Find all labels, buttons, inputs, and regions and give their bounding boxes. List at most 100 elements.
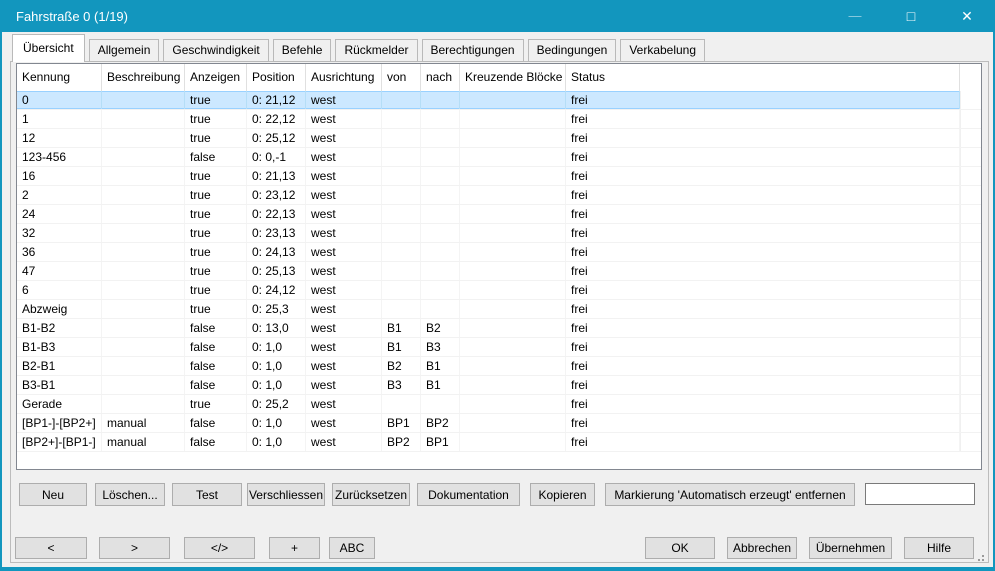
cell-nach (421, 300, 460, 318)
hilfe-button[interactable]: Hilfe (904, 537, 974, 559)
tab-berechtigungen[interactable]: Berechtigungen (422, 39, 524, 62)
abc-button[interactable]: ABC (329, 537, 375, 559)
cell-anzeigen: true (185, 167, 247, 185)
test-button[interactable]: Test (172, 483, 242, 506)
table-row[interactable]: [BP1-]-[BP2+] manual false 0: 1,0 west B… (17, 414, 981, 433)
tab-rueckmelder[interactable]: Rückmelder (335, 39, 417, 62)
filter-input[interactable] (865, 483, 975, 505)
ok-button[interactable]: OK (645, 537, 715, 559)
table-row[interactable]: B1-B3 false 0: 1,0 west B1 B3 frei (17, 338, 981, 357)
cell-ausrichtung: west (306, 129, 382, 147)
column-header-anzeigen[interactable]: Anzeigen (185, 64, 247, 91)
cell-kennung: 123-456 (17, 148, 102, 166)
resize-grip[interactable] (975, 552, 984, 561)
cell-status: frei (566, 148, 960, 166)
uebernehmen-button[interactable]: Übernehmen (809, 537, 892, 559)
cell-von: BP2 (382, 433, 421, 451)
table-row[interactable]: Abzweig true 0: 25,3 west frei (17, 300, 981, 319)
kopieren-button[interactable]: Kopieren (530, 483, 595, 506)
cell-position: 0: 0,-1 (247, 148, 306, 166)
cell-kreuzende-bloecke (460, 319, 566, 337)
cell-anzeigen: false (185, 338, 247, 356)
table-row[interactable]: B2-B1 false 0: 1,0 west B2 B1 frei (17, 357, 981, 376)
cell-ausrichtung: west (306, 262, 382, 280)
cell-nach (421, 129, 460, 147)
column-header-ausrichtung[interactable]: Ausrichtung (306, 64, 382, 91)
loeschen-button[interactable]: Löschen... (95, 483, 165, 506)
cell-anzeigen: true (185, 395, 247, 413)
cell-status: frei (566, 338, 960, 356)
table-row[interactable]: B3-B1 false 0: 1,0 west B3 B1 frei (17, 376, 981, 395)
column-header-status[interactable]: Status (566, 64, 960, 91)
cell-position: 0: 1,0 (247, 357, 306, 375)
table-row[interactable]: 36 true 0: 24,13 west frei (17, 243, 981, 262)
cell-beschreibung (102, 300, 185, 318)
column-header-kennung[interactable]: Kennung (17, 64, 102, 91)
cell-status: frei (566, 186, 960, 204)
cell-kennung: [BP2+]-[BP1-] (17, 433, 102, 451)
cell-filler (960, 262, 981, 280)
add-button[interactable]: + (269, 537, 320, 559)
tab-bedingungen[interactable]: Bedingungen (528, 39, 617, 62)
cell-status: frei (566, 205, 960, 223)
abbrechen-button[interactable]: Abbrechen (727, 537, 797, 559)
column-header-von[interactable]: von (382, 64, 421, 91)
cell-ausrichtung: west (306, 110, 382, 128)
tab-verkabelung[interactable]: Verkabelung (620, 39, 705, 62)
cell-status: frei (566, 357, 960, 375)
cell-status: frei (566, 110, 960, 128)
cell-nach (421, 91, 460, 109)
cell-kreuzende-bloecke (460, 357, 566, 375)
table-row[interactable]: 123-456 false 0: 0,-1 west frei (17, 148, 981, 167)
zuruecksetzen-button[interactable]: Zurücksetzen (332, 483, 410, 506)
column-header-position[interactable]: Position (247, 64, 306, 91)
tab-uebersicht[interactable]: Übersicht (12, 34, 85, 62)
table-row[interactable]: 24 true 0: 22,13 west frei (17, 205, 981, 224)
cell-von: B2 (382, 357, 421, 375)
column-header-nach[interactable]: nach (421, 64, 460, 91)
table-row[interactable]: 1 true 0: 22,12 west frei (17, 110, 981, 129)
column-header-kreuzende-bloecke[interactable]: Kreuzende Blöcke (460, 64, 566, 91)
cell-anzeigen: true (185, 129, 247, 147)
table-row[interactable]: B1-B2 false 0: 13,0 west B1 B2 frei (17, 319, 981, 338)
cell-ausrichtung: west (306, 433, 382, 451)
table-row[interactable]: 0 true 0: 21,12 west frei (17, 91, 981, 110)
cell-anzeigen: false (185, 414, 247, 432)
cell-position: 0: 1,0 (247, 338, 306, 356)
neu-button[interactable]: Neu (19, 483, 87, 506)
markierung-entfernen-button[interactable]: Markierung 'Automatisch erzeugt' entfern… (605, 483, 855, 506)
cell-kreuzende-bloecke (460, 338, 566, 356)
cell-filler (960, 300, 981, 318)
cell-beschreibung (102, 376, 185, 394)
tab-befehle[interactable]: Befehle (273, 39, 332, 62)
close-button[interactable]: ✕ (939, 0, 995, 32)
minimize-button[interactable]: — (827, 0, 883, 32)
nav-back-button[interactable]: < (15, 537, 87, 559)
nav-forward-button[interactable]: > (99, 537, 170, 559)
tab-geschwindigkeit[interactable]: Geschwindigkeit (163, 39, 268, 62)
cell-von (382, 167, 421, 185)
table-row[interactable]: 12 true 0: 25,12 west frei (17, 129, 981, 148)
table-row[interactable]: 32 true 0: 23,13 west frei (17, 224, 981, 243)
table-row[interactable]: 2 true 0: 23,12 west frei (17, 186, 981, 205)
dokumentation-button[interactable]: Dokumentation (417, 483, 520, 506)
cell-filler (960, 319, 981, 337)
column-header-beschreibung[interactable]: Beschreibung (102, 64, 185, 91)
tab-allgemein[interactable]: Allgemein (89, 39, 160, 62)
cell-position: 0: 1,0 (247, 414, 306, 432)
table-row[interactable]: [BP2+]-[BP1-] manual false 0: 1,0 west B… (17, 433, 981, 452)
table-row[interactable]: 16 true 0: 21,13 west frei (17, 167, 981, 186)
cell-nach: BP2 (421, 414, 460, 432)
cell-beschreibung (102, 281, 185, 299)
cell-kennung: 47 (17, 262, 102, 280)
cell-position: 0: 24,13 (247, 243, 306, 261)
table-row[interactable]: 6 true 0: 24,12 west frei (17, 281, 981, 300)
cell-nach (421, 243, 460, 261)
code-view-button[interactable]: </> (184, 537, 255, 559)
verschliessen-button[interactable]: Verschliessen (247, 483, 325, 506)
table-row[interactable]: 47 true 0: 25,13 west frei (17, 262, 981, 281)
table-row[interactable]: Gerade true 0: 25,2 west frei (17, 395, 981, 414)
cell-von (382, 129, 421, 147)
cell-position: 0: 21,12 (247, 91, 306, 109)
maximize-button[interactable]: □ (883, 0, 939, 32)
